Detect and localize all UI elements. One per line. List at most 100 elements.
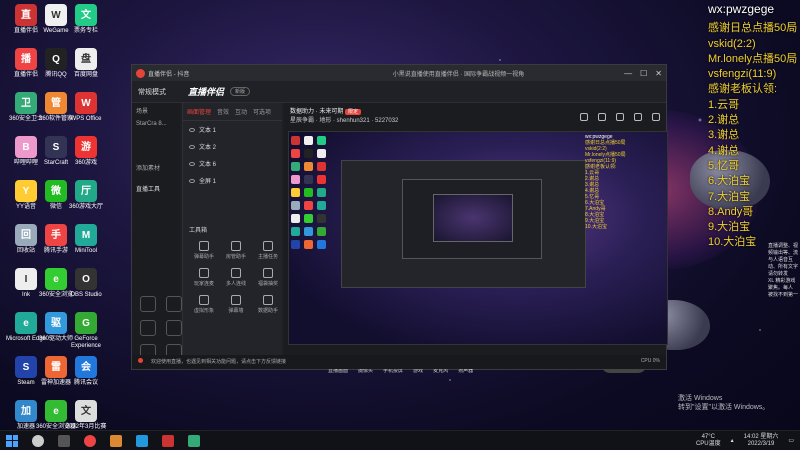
taskbar-app-icon[interactable] <box>162 434 174 447</box>
desktop-icon-label: 360游戏大厅 <box>68 204 103 210</box>
toolbox-item[interactable]: 福袋抽奖 <box>253 268 283 287</box>
preview-app-icon <box>291 175 300 184</box>
tab-sources[interactable]: 画面管理 <box>187 107 211 116</box>
tool-icon[interactable] <box>166 320 182 336</box>
tab-interact[interactable]: 互动 <box>235 107 247 116</box>
mode-selector[interactable]: 常规模式 <box>138 87 166 97</box>
preview-app-icon <box>304 201 313 210</box>
tool-icon[interactable] <box>140 296 156 312</box>
panel-tabs: 画面管理 音效 互动 可选项 <box>183 103 282 121</box>
tab-audio[interactable]: 音效 <box>217 107 229 116</box>
close-icon[interactable]: ✕ <box>655 69 662 78</box>
toolbox-item[interactable]: 弹幕助手 <box>189 241 219 260</box>
desktop-icon[interactable]: 文 2022年3月比赛 <box>64 400 108 431</box>
desktop-icon[interactable]: W WPS Office <box>64 92 108 123</box>
eye-icon[interactable] <box>189 161 195 166</box>
cpu-temp[interactable]: 47°C CPU温度 <box>696 434 721 448</box>
tool-label: 福袋抽奖 <box>257 281 278 287</box>
sidebar-tool-grid <box>136 293 188 363</box>
side-note-line: 动、所有文字 <box>768 264 799 270</box>
source-row[interactable]: 文本 6 <box>183 155 282 172</box>
taskbar-app-icon[interactable] <box>136 434 148 447</box>
tool-icon[interactable] <box>140 320 156 336</box>
preview-app-icon <box>317 136 326 145</box>
app-icon: 文 <box>75 4 97 26</box>
toolbox-item[interactable]: 主播任务 <box>253 241 283 260</box>
tool-label: 主播任务 <box>257 254 278 260</box>
taskbar: 47°C CPU温度 ▴ 14:02 星期六 2022/3/19 ▭ <box>0 430 800 450</box>
notification-icon[interactable]: ▭ <box>788 437 794 444</box>
taskbar-app-icon[interactable] <box>188 434 200 447</box>
toolbox-item[interactable]: 房管助手 <box>221 241 251 260</box>
source-row[interactable]: 文本 2 <box>183 138 282 155</box>
taskbar-app-icon[interactable] <box>84 434 96 447</box>
preview-stage: 数据助力 · 未来可期 限定 星辰争霸 · 地形 · shenhun321 · … <box>284 103 798 374</box>
desktop-icon[interactable]: 文票务专栏 <box>64 4 108 35</box>
eye-icon[interactable] <box>189 127 195 132</box>
app-icon: M <box>75 224 97 246</box>
overlay-title: wx:pwzgege <box>708 2 775 16</box>
side-note-line: 与人语音互 <box>768 257 794 263</box>
desktop-icon[interactable]: 厅 360游戏大厅 <box>64 180 108 211</box>
window-center-text: 小黑说直播使用直播伴侣 · 国际争霸战视频一视角 <box>392 71 525 78</box>
preview-app-icon <box>291 240 300 249</box>
desktop-icon-label: 腾讯会议 <box>73 380 98 386</box>
tool-icon[interactable] <box>166 296 182 312</box>
preview-app-icon <box>304 162 313 171</box>
sidebar-item-starcraft[interactable]: StarCra 8... <box>132 118 180 130</box>
overlay-line: 4.谢总 <box>708 144 740 157</box>
tool-icon <box>263 295 273 305</box>
preview-window <box>341 160 586 288</box>
preview-app-icon <box>317 214 326 223</box>
preview-overlay-line: 10.大泊宝 <box>585 224 607 230</box>
toolbox-item[interactable]: 多人连线 <box>221 268 251 287</box>
desktop-icon[interactable]: 会腾讯会议 <box>64 356 108 387</box>
eye-icon[interactable] <box>189 144 195 149</box>
sidebar-item-scene[interactable]: 场景 <box>132 103 180 118</box>
share-icon[interactable] <box>580 113 588 121</box>
overlay-line: vskid(2:2) <box>708 37 756 50</box>
settings-icon[interactable] <box>598 113 606 121</box>
preview-app-icon <box>291 162 300 171</box>
stream-preview[interactable]: wx:pwzgege 感谢日总点播50局 vskid(2:2) Mr.lonely点… <box>288 131 668 345</box>
bell-icon[interactable] <box>634 113 642 121</box>
layout-icon[interactable] <box>616 113 624 121</box>
search-icon[interactable] <box>32 434 44 447</box>
overlay-line: 8.Andy哥 <box>708 205 754 218</box>
desktop-icon[interactable]: G GeForce Experience <box>64 312 108 350</box>
side-note-line: 被找不到第一 <box>768 292 799 298</box>
tool-icon <box>199 295 209 305</box>
toolbox-item[interactable]: 弹幕墙 <box>221 295 251 314</box>
toolbox-item[interactable]: 数据助手 <box>253 295 283 314</box>
preview-app-icon <box>304 136 313 145</box>
source-row[interactable]: 文本 1 <box>183 121 282 138</box>
eye-icon[interactable] <box>189 178 195 183</box>
start-button-icon[interactable] <box>6 434 18 447</box>
preview-app-icon <box>291 149 300 158</box>
desktop-icon[interactable]: O OBS Studio <box>64 268 108 299</box>
more-icon[interactable] <box>652 113 660 121</box>
tab-options[interactable]: 可选项 <box>253 107 271 116</box>
desktop-icon-label: 票务专栏 <box>73 28 98 34</box>
source-row[interactable]: 全屏 1 <box>183 172 282 189</box>
system-tray: 47°C CPU温度 ▴ 14:02 星期六 2022/3/19 ▭ <box>696 434 794 448</box>
maximize-icon[interactable]: ☐ <box>640 69 647 78</box>
toolbox-item[interactable]: 玩家连麦 <box>189 268 219 287</box>
desktop-icon[interactable]: M MiniTool <box>64 224 108 255</box>
preview-app-icon <box>304 214 313 223</box>
overlay-line: 感谢老板认领: <box>708 83 778 96</box>
clock[interactable]: 14:02 星期六 2022/3/19 <box>744 434 779 448</box>
activation-line-2: 转到"设置"以激活 Windows。 <box>678 404 770 411</box>
network-icon[interactable]: ▴ <box>731 437 734 444</box>
toolbox-item[interactable]: 虚拟形象 <box>189 295 219 314</box>
desktop-icon[interactable]: 盘百度网盘 <box>64 48 108 79</box>
overlay-line: 9.大泊宝 <box>708 221 751 234</box>
minimize-icon[interactable]: — <box>624 69 632 78</box>
preview-app-icon <box>291 214 300 223</box>
app-icon: G <box>75 312 97 334</box>
desktop-icon[interactable]: 游 360游戏 <box>64 136 108 167</box>
task-view-icon[interactable] <box>58 434 70 447</box>
taskbar-app-icon[interactable] <box>110 434 122 447</box>
add-source-button[interactable]: 添加素材 <box>132 160 180 175</box>
app-logo-icon <box>136 68 145 78</box>
